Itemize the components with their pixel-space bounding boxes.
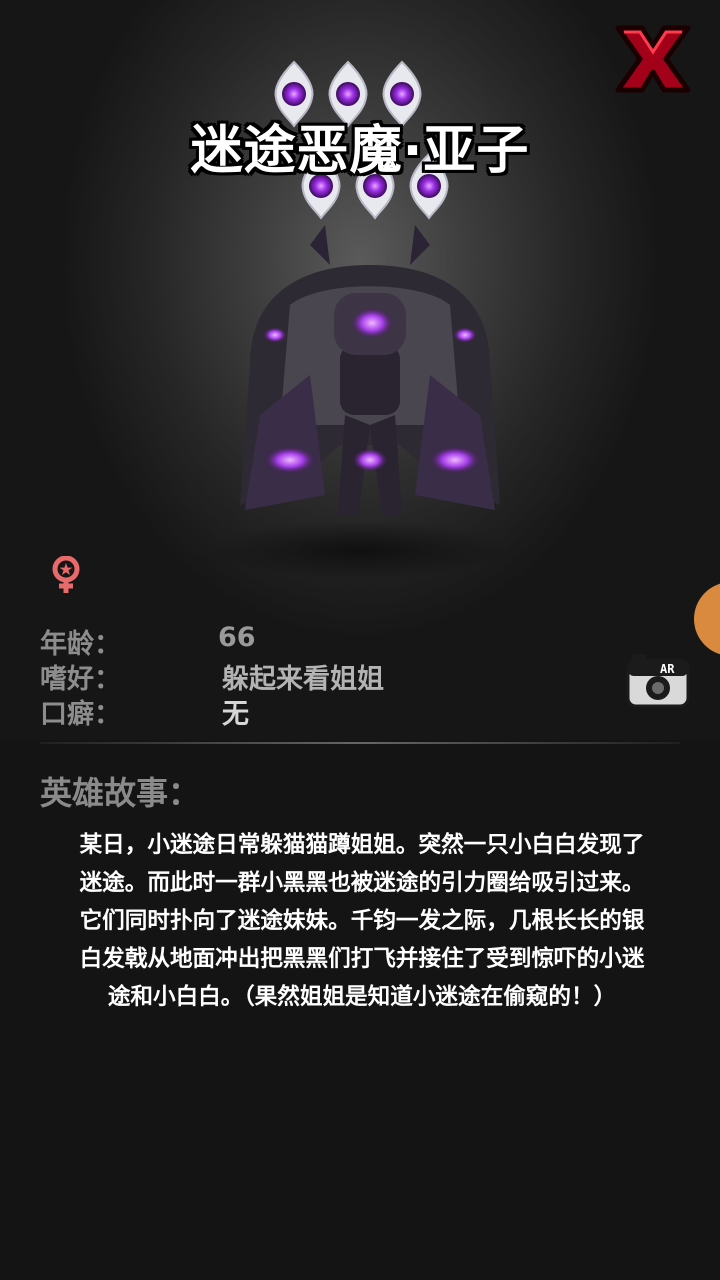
hero-story-title: 英雄故事：	[40, 774, 201, 812]
catchphrase-value: 无	[222, 699, 249, 730]
hero-name-title: 迷途恶魔·亚子	[190, 121, 530, 181]
catchphrase-label: 口癖：	[40, 699, 121, 730]
close-x-icon[interactable]	[612, 22, 694, 96]
section-divider	[40, 742, 680, 744]
hobby-value: 躲起来看姐姐	[222, 664, 384, 695]
hero-character-figure	[240, 225, 500, 515]
female-icon	[52, 556, 80, 593]
age-label: 年龄：	[40, 629, 121, 660]
age-value: 66	[218, 622, 256, 653]
hero-story-text: 某日，小迷途日常躲猫猫蹲姐姐。突然一只小白白发现了 迷途。而此时一群小黑黑也被迷…	[79, 832, 645, 1010]
ar-camera-button[interactable]: AR	[624, 650, 692, 710]
hobby-label: 嗜好：	[40, 664, 121, 695]
camera-icon	[626, 654, 690, 708]
ar-label: AR	[660, 662, 675, 676]
